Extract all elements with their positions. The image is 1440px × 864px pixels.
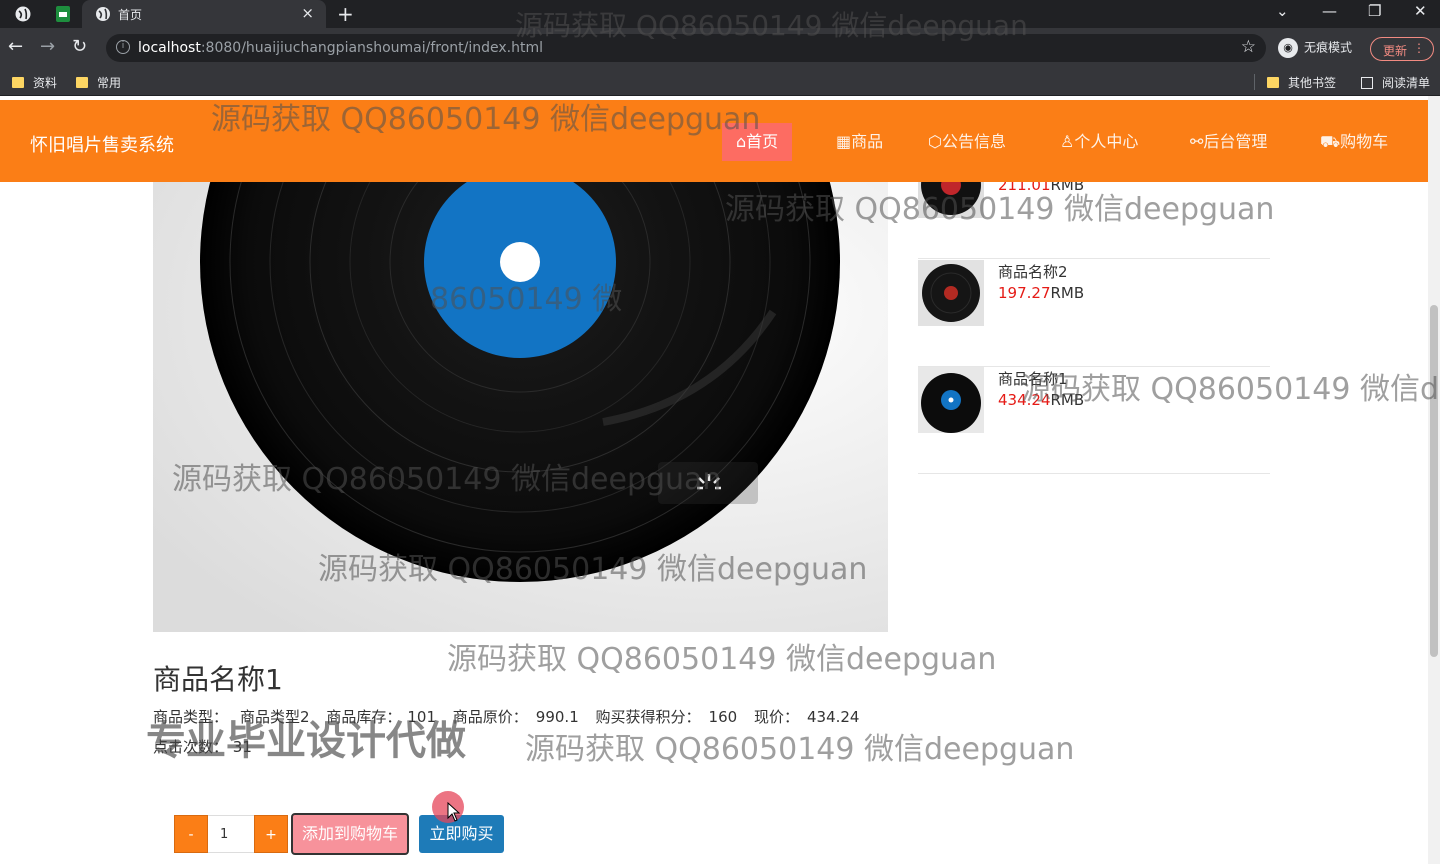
recommend-thumb[interactable] <box>918 367 984 433</box>
nav-notice[interactable]: ⬡公告信息 <box>914 123 1020 161</box>
browser-globe-icon[interactable] <box>14 5 32 23</box>
bookmarks-divider <box>1254 74 1255 90</box>
bookmarks-bar: 资料 常用 其他书签 阅读清单 <box>0 68 1440 96</box>
page-viewport: 怀旧唱片售卖系统 ⌂首页 ▦商品 ⬡公告信息 ♙个人中心 ⚯后台管理 ⛟购物车 <box>0 96 1440 864</box>
other-bookmarks[interactable]: 其他书签 <box>1267 74 1336 91</box>
product-title: 商品名称1 <box>153 663 283 696</box>
browser-toolbar: ← → ↻ i localhost:8080/huaijiuchangpians… <box>0 28 1440 68</box>
home-icon: ⌂ <box>736 132 747 151</box>
browser-tab-active[interactable]: 首页 × <box>82 0 326 28</box>
browser-tab-bar: 首页 × + ⌄ — ❐ ✕ <box>0 0 1440 28</box>
increase-quantity-button[interactable]: + <box>254 815 288 853</box>
restore-icon[interactable]: ❐ <box>1368 2 1381 20</box>
address-bar[interactable]: i localhost:8080/huaijiuchangpianshoumai… <box>106 34 1266 62</box>
bookmark-folder-changyong[interactable]: 常用 <box>76 74 121 91</box>
site-title: 怀旧唱片售卖系统 <box>30 135 174 156</box>
tab-title: 首页 <box>118 8 143 22</box>
buy-now-button[interactable]: 立即购买 <box>419 815 504 853</box>
recommend-name[interactable]: 商品名称2 <box>998 261 1068 282</box>
add-to-cart-button[interactable]: 添加到购物车 <box>291 813 409 855</box>
tab-favicon-globe-icon <box>96 7 110 21</box>
recommend-price: 197.27RMB <box>998 284 1085 302</box>
nav-user-center[interactable]: ♙个人中心 <box>1046 123 1152 161</box>
watermark-text: 源码获取 QQ86050149 微信deepguan <box>525 732 1075 767</box>
scrollbar-thumb[interactable] <box>1430 305 1438 657</box>
user-icon: ♙ <box>1060 132 1075 151</box>
sheets-app-icon[interactable] <box>54 5 72 23</box>
bookmark-star-icon[interactable]: ☆ <box>1241 37 1256 57</box>
watermark-text: 源码获取 QQ86050149 微信deepguan <box>447 642 997 677</box>
incognito-icon: ◉ <box>1278 38 1298 58</box>
page-scrollbar[interactable] <box>1428 96 1440 864</box>
incognito-profile[interactable]: ◉ 无痕模式 <box>1278 38 1352 58</box>
site-info-icon[interactable]: i <box>116 40 130 54</box>
cart-icon: ⛟ <box>1320 132 1341 151</box>
recommend-price: 434.24RMB <box>998 391 1085 409</box>
nav-home[interactable]: ⌂首页 <box>722 123 793 161</box>
tab-search-chevron-icon[interactable]: ⌄ <box>1276 2 1289 20</box>
site-header: 怀旧唱片售卖系统 ⌂首页 ▦商品 ⬡公告信息 ♙个人中心 ⚯后台管理 ⛟购物车 <box>0 100 1428 182</box>
watermark-overlay: 专业毕业设计代做 <box>146 718 466 764</box>
reload-icon[interactable]: ↻ <box>72 37 87 57</box>
cube-icon: ⬡ <box>928 132 942 151</box>
folder-icon <box>76 77 88 88</box>
new-tab-plus-icon[interactable]: + <box>337 2 354 26</box>
reading-list[interactable]: 阅读清单 <box>1361 74 1430 91</box>
nav-cart[interactable]: ⛟购物车 <box>1306 123 1402 161</box>
original-price-field: 商品原价： 990.1 <box>452 708 579 726</box>
recommend-item-2[interactable]: 商品名称2 197.27RMB <box>918 260 1270 367</box>
tab-close-icon[interactable]: × <box>301 4 314 22</box>
nav-goods[interactable]: ▦商品 <box>822 123 897 161</box>
recommend-name[interactable]: 商品名称1 <box>998 368 1068 389</box>
link-icon: ⚯ <box>1190 132 1204 151</box>
reading-list-icon <box>1361 77 1373 89</box>
quantity-input[interactable]: 1 <box>208 815 254 853</box>
grid-icon: ▦ <box>836 132 852 151</box>
decrease-quantity-button[interactable]: - <box>174 815 208 853</box>
recommend-item-1[interactable]: 商品名称1 434.24RMB <box>918 367 1270 474</box>
vinyl-record-image <box>153 172 888 632</box>
back-arrow-icon[interactable]: ← <box>8 37 23 57</box>
mouse-cursor-icon <box>447 802 461 822</box>
product-image <box>153 172 888 632</box>
quantity-stepper: - 1 + <box>174 815 288 853</box>
nav-admin[interactable]: ⚯后台管理 <box>1176 123 1281 161</box>
url-text[interactable]: localhost:8080/huaijiuchangpianshoumai/f… <box>138 40 543 56</box>
minimize-icon[interactable]: — <box>1322 2 1337 20</box>
recommend-thumb[interactable] <box>918 260 984 326</box>
window-close-icon[interactable]: ✕ <box>1414 2 1427 20</box>
bookmark-folder-ziliao[interactable]: 资料 <box>12 74 57 91</box>
current-price-field: 现价： 434.24 <box>753 708 860 726</box>
folder-icon <box>1267 77 1279 88</box>
points-field: 购买获得积分： 160 <box>595 708 738 726</box>
folder-icon <box>12 77 24 88</box>
forward-arrow-icon[interactable]: → <box>40 37 55 57</box>
more-menu-icon[interactable]: ⋮ <box>1413 41 1425 55</box>
update-button[interactable]: 更新 ⋮ <box>1370 37 1434 61</box>
